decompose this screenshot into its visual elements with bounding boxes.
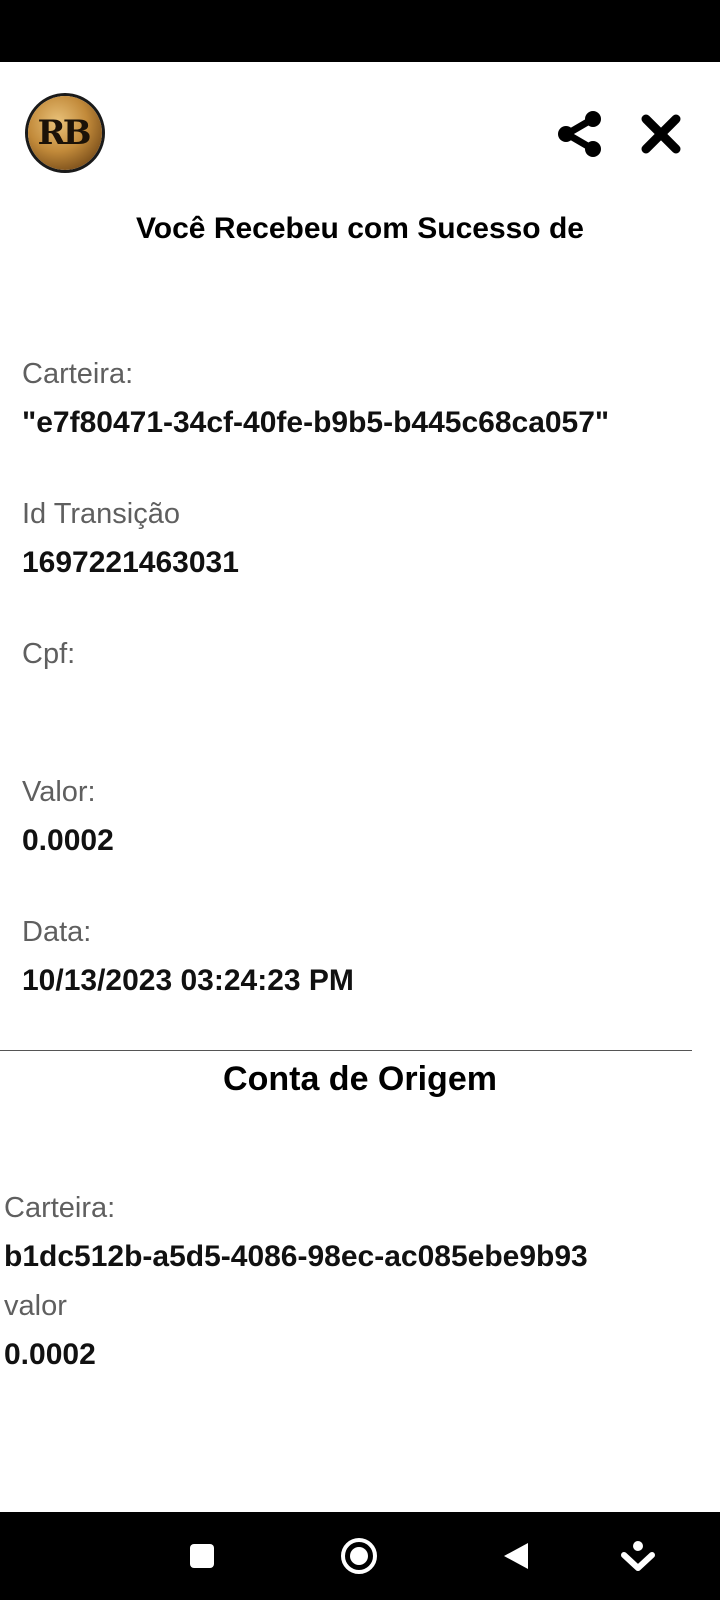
wallet-label: Carteira: [22, 358, 134, 390]
recent-apps-button[interactable] [178, 1532, 226, 1580]
share-icon [558, 111, 601, 157]
cpf-label: Cpf: [22, 638, 76, 670]
page-title: Você Recebeu com Sucesso de [136, 212, 584, 245]
extra-nav-button[interactable] [614, 1532, 662, 1580]
origin-wallet-value: b1dc512b-a5d5-4086-98ec-ac085ebe9b93 [4, 1240, 588, 1273]
section-divider [0, 1050, 692, 1051]
download-arrow-icon [621, 1541, 655, 1571]
circle-icon [341, 1538, 377, 1574]
back-button[interactable] [492, 1532, 540, 1580]
home-button[interactable] [335, 1532, 383, 1580]
origin-wallet-label: Carteira: [4, 1192, 116, 1224]
square-icon [190, 1544, 214, 1568]
navigation-bar [0, 1512, 720, 1600]
back-triangle-icon [504, 1543, 528, 1569]
transaction-id-label: Id Transição [22, 498, 180, 530]
transaction-id-value: 1697221463031 [22, 546, 239, 579]
logo-text: RB [37, 113, 92, 153]
date-label: Data: [22, 916, 92, 948]
wallet-value: "e7f80471-34cf-40fe-b9b5-b445c68ca057" [22, 406, 610, 439]
close-icon [641, 114, 681, 154]
origin-account-title: Conta de Origem [223, 1060, 497, 1098]
rb-logo: RB [28, 96, 102, 170]
date-value: 10/13/2023 03:24:23 PM [22, 964, 354, 997]
amount-value: 0.0002 [22, 824, 114, 857]
amount-label: Valor: [22, 776, 96, 808]
close-button[interactable] [633, 106, 689, 162]
share-button[interactable] [552, 106, 608, 162]
receipt-screen: RB Você Recebeu com Sucesso de Carteira:… [0, 62, 720, 1512]
origin-amount-value: 0.0002 [4, 1338, 96, 1371]
origin-amount-label: valor [4, 1290, 67, 1322]
status-bar [0, 0, 720, 62]
